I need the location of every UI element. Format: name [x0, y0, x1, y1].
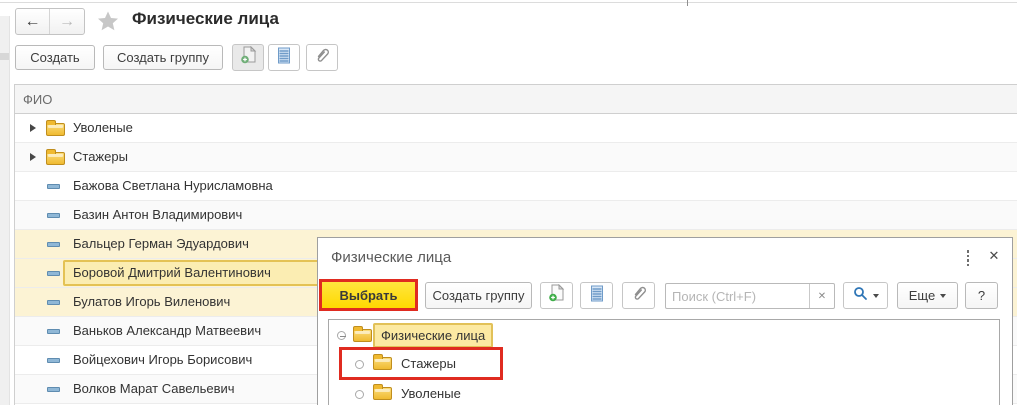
row-label: Бальцер Герман Эдуардович — [73, 230, 249, 258]
panel-notch — [0, 53, 9, 60]
person-icon — [47, 387, 60, 392]
forward-button[interactable]: → — [50, 9, 84, 34]
folder-icon — [353, 329, 372, 342]
magnifier-icon — [853, 286, 868, 306]
forward-icon: → — [59, 13, 75, 31]
attachments-button[interactable] — [306, 44, 338, 71]
help-button[interactable]: ? — [965, 282, 998, 309]
folder-icon — [373, 387, 392, 400]
row-label: Базин Антон Владимирович — [73, 201, 242, 229]
row-label: Волков Марат Савельевич — [73, 375, 235, 403]
row-label: Стажеры — [73, 143, 128, 171]
tree-row-child[interactable]: Стажеры — [329, 351, 999, 378]
folder-icon — [46, 152, 65, 165]
create-by-copy-icon — [240, 46, 257, 69]
person-icon — [47, 184, 60, 189]
row-label: Ваньков Александр Матвеевич — [73, 317, 261, 345]
paperclip-icon — [313, 46, 331, 69]
table-row[interactable]: Бажова Светлана Нурисламовна — [15, 172, 1017, 201]
select-button-annotation: Выбрать — [319, 279, 418, 311]
row-label: Бажова Светлана Нурисламовна — [73, 172, 273, 200]
person-icon — [47, 329, 60, 334]
select-persons-dialog: Физические лица ✕ Выбрать Создать группу… — [317, 237, 1013, 405]
list-settings-button[interactable] — [268, 44, 300, 71]
more-button[interactable]: Еще — [897, 282, 958, 309]
create-group-button[interactable]: Создать группу — [103, 45, 223, 70]
search-clear-icon[interactable]: ✕ — [809, 284, 834, 308]
person-icon — [47, 271, 60, 276]
chevron-down-icon — [940, 294, 946, 298]
tab-separator — [687, 0, 688, 6]
app-window: ← → Физические лица Создать Создать груп… — [0, 0, 1017, 405]
table-row[interactable]: Базин Антон Владимирович — [15, 201, 1017, 230]
row-label: Уволеные — [73, 114, 133, 142]
collapse-icon[interactable] — [337, 331, 346, 340]
tree-label: Стажеры — [401, 351, 456, 377]
create-by-copy-button[interactable] — [232, 44, 264, 71]
expand-triangle-icon[interactable] — [30, 153, 36, 161]
person-icon — [47, 358, 60, 363]
groups-tree: Физические лица Стажеры Уволеные — [328, 319, 1000, 405]
column-header-fio[interactable]: ФИО — [23, 92, 52, 107]
page-title: Физические лица — [132, 9, 279, 29]
dialog-attachments-button[interactable] — [622, 282, 655, 309]
search-options-button[interactable] — [843, 282, 888, 309]
person-icon — [47, 300, 60, 305]
back-icon: ← — [25, 13, 41, 31]
create-button[interactable]: Создать — [15, 45, 95, 70]
tree-root-selected-label: Физические лица — [373, 323, 493, 348]
dialog-menu-icon[interactable] — [960, 248, 976, 268]
person-icon — [47, 242, 60, 247]
table-row-group[interactable]: Стажеры — [15, 143, 1017, 172]
row-label: Войцехович Игорь Борисович — [73, 346, 252, 374]
tree-row-child[interactable]: Уволеные — [329, 381, 999, 405]
chevron-down-icon — [873, 294, 879, 298]
paperclip-icon — [630, 284, 648, 307]
list-settings-icon — [277, 47, 291, 69]
back-button[interactable]: ← — [16, 9, 50, 34]
close-icon[interactable]: ✕ — [984, 246, 1004, 266]
tree-row-root[interactable]: Физические лица — [329, 323, 999, 350]
person-icon — [47, 213, 60, 218]
expand-circle-icon[interactable] — [355, 390, 364, 399]
create-by-copy-icon — [548, 284, 565, 307]
more-label: Еще — [909, 288, 935, 303]
top-divider — [0, 2, 1017, 3]
dialog-create-by-copy-button[interactable] — [540, 282, 573, 309]
search-input[interactable] — [666, 284, 809, 308]
row-label: Булатов Игорь Виленович — [73, 288, 230, 316]
favorite-star-icon[interactable] — [96, 9, 120, 38]
history-nav: ← → — [15, 8, 85, 35]
left-panel-edge — [0, 16, 10, 405]
dialog-create-group-button[interactable]: Создать группу — [425, 282, 532, 309]
dialog-list-settings-button[interactable] — [580, 282, 613, 309]
select-button[interactable]: Выбрать — [322, 282, 415, 308]
expand-circle-icon[interactable] — [355, 360, 364, 369]
dialog-title: Физические лица — [331, 249, 451, 266]
table-row-group[interactable]: Уволеные — [15, 114, 1017, 143]
folder-icon — [46, 123, 65, 136]
search-box: ✕ — [665, 283, 835, 309]
expand-triangle-icon[interactable] — [30, 124, 36, 132]
list-settings-icon — [590, 285, 604, 307]
tree-label: Уволеные — [401, 381, 461, 405]
folder-icon — [373, 357, 392, 370]
row-label: Боровой Дмитрий Валентинович — [73, 259, 271, 287]
table-header-row: ФИО — [15, 84, 1017, 114]
